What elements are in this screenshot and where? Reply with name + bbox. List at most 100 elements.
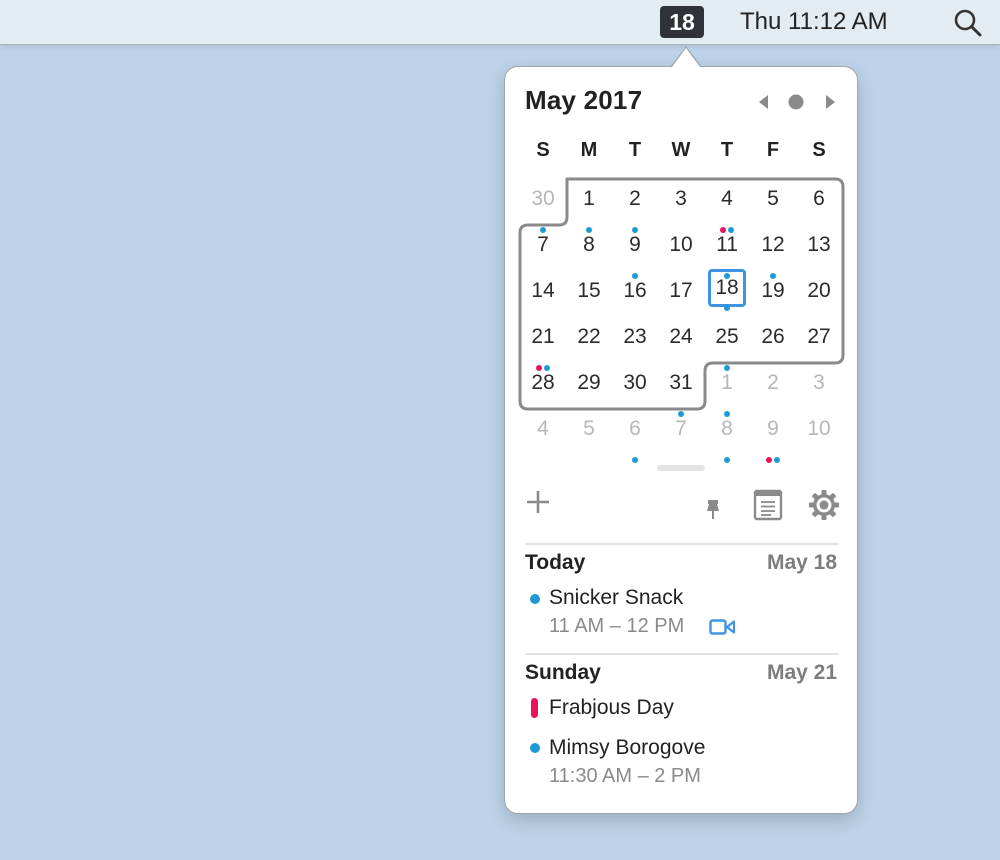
day-cell[interactable]: 1 xyxy=(704,365,750,417)
day-cell[interactable]: 15 xyxy=(566,273,612,319)
day-cell[interactable]: 10 xyxy=(796,411,842,457)
day-cell[interactable]: 7 xyxy=(658,411,704,457)
day-number: 5 xyxy=(767,187,779,210)
event-indicator-dots xyxy=(566,307,612,313)
day-cell[interactable]: 26 xyxy=(750,319,796,365)
day-number: 9 xyxy=(629,233,641,256)
day-cell[interactable]: 22 xyxy=(566,319,612,365)
day-cell[interactable]: 2 xyxy=(750,365,796,411)
event-indicator-dots xyxy=(566,445,612,451)
day-cell-today[interactable]: 18 xyxy=(708,269,746,311)
event-time: 11:30 AM – 2 PM xyxy=(549,765,701,787)
calendar-date-badge[interactable]: 18 xyxy=(660,6,704,38)
day-cell[interactable]: 2 xyxy=(612,181,658,233)
day-cell[interactable]: 12 xyxy=(750,227,796,279)
document-list-icon[interactable] xyxy=(753,489,783,521)
day-cell[interactable]: 29 xyxy=(566,365,612,411)
search-icon[interactable] xyxy=(952,7,984,39)
day-cell[interactable]: 10 xyxy=(658,227,704,273)
event-indicator-dots xyxy=(658,353,704,359)
day-number: 30 xyxy=(531,187,555,210)
day-cell[interactable]: 6 xyxy=(796,181,842,227)
menu-bar: 18 Thu 11:12 AM xyxy=(0,0,1000,45)
pin-icon[interactable] xyxy=(703,499,723,521)
day-number: 12 xyxy=(761,233,785,256)
event-indicator-dots xyxy=(566,215,612,233)
day-cell[interactable]: 6 xyxy=(612,411,658,463)
day-cell[interactable]: 4 xyxy=(704,181,750,233)
event-time: 11 AM – 12 PM xyxy=(549,615,685,637)
day-cell[interactable]: 30 xyxy=(612,365,658,411)
video-camera-icon[interactable] xyxy=(709,618,735,636)
day-cell[interactable]: 30 xyxy=(520,181,566,233)
day-number: 4 xyxy=(537,417,549,440)
event-dot xyxy=(766,457,772,463)
day-number: 14 xyxy=(531,279,555,302)
agenda-day-heading: Sunday xyxy=(525,661,601,684)
day-cell[interactable]: 8 xyxy=(704,411,750,463)
event-indicator-dots xyxy=(750,399,796,405)
event-title[interactable]: Snicker Snack xyxy=(549,586,683,610)
event-dot xyxy=(774,457,780,463)
section-divider xyxy=(525,543,839,545)
day-number: 1 xyxy=(721,371,733,394)
day-number: 17 xyxy=(669,279,693,302)
agenda-day-date: May 18 xyxy=(766,551,837,574)
day-number: 26 xyxy=(761,325,785,348)
event-indicator-dots xyxy=(520,445,566,451)
event-indicator-dots xyxy=(612,445,658,463)
day-cell[interactable]: 4 xyxy=(520,411,566,457)
day-cell[interactable]: 28 xyxy=(520,365,566,411)
day-number: 7 xyxy=(675,417,687,440)
day-number: 19 xyxy=(761,279,785,302)
popover-arrow xyxy=(672,48,700,67)
day-cell[interactable]: 11 xyxy=(704,227,750,279)
day-cell[interactable]: 31 xyxy=(658,365,704,417)
day-cell[interactable]: 3 xyxy=(658,181,704,227)
day-cell[interactable]: 25 xyxy=(704,319,750,371)
day-cell[interactable]: 19 xyxy=(750,273,796,319)
event-indicator-dots xyxy=(711,296,743,311)
day-cell[interactable]: 8 xyxy=(566,227,612,273)
event-title[interactable]: Frabjous Day xyxy=(549,696,674,720)
day-cell[interactable]: 21 xyxy=(520,319,566,371)
gear-icon[interactable] xyxy=(808,489,840,521)
day-cell[interactable]: 9 xyxy=(612,227,658,279)
event-indicator-dots xyxy=(520,353,566,371)
event-indicator-dots xyxy=(520,215,566,233)
day-cell[interactable]: 5 xyxy=(750,181,796,227)
event-title[interactable]: Mimsy Borogove xyxy=(549,736,705,760)
plus-icon[interactable] xyxy=(525,489,551,515)
day-cell[interactable]: 16 xyxy=(612,273,658,319)
day-number: 8 xyxy=(583,233,595,256)
event-indicator-dots xyxy=(750,353,796,359)
day-number: 6 xyxy=(629,417,641,440)
day-cell[interactable]: 7 xyxy=(520,227,566,273)
event-indicator-dots xyxy=(658,307,704,313)
menubar-clock[interactable]: Thu 11:12 AM xyxy=(740,6,888,38)
day-number: 23 xyxy=(623,325,647,348)
day-cell[interactable]: 14 xyxy=(520,273,566,319)
day-cell[interactable]: 9 xyxy=(750,411,796,463)
day-number: 5 xyxy=(583,417,595,440)
event-indicator-dots xyxy=(704,399,750,417)
day-cell[interactable]: 24 xyxy=(658,319,704,365)
event-indicator-dots xyxy=(750,307,796,313)
day-number: 21 xyxy=(531,325,555,348)
day-number: 2 xyxy=(767,371,779,394)
day-cell[interactable]: 3 xyxy=(796,365,842,411)
day-cell[interactable]: 27 xyxy=(796,319,842,365)
event-indicator-dots xyxy=(796,261,842,267)
day-cell[interactable]: 1 xyxy=(566,181,612,233)
day-cell[interactable]: 23 xyxy=(612,319,658,365)
event-indicator-dots xyxy=(612,215,658,233)
day-number: 27 xyxy=(807,325,831,348)
day-cell[interactable]: 20 xyxy=(796,273,842,319)
day-cell[interactable]: 5 xyxy=(566,411,612,457)
agenda-day-heading: Today xyxy=(525,551,586,574)
day-number: 29 xyxy=(577,371,601,394)
day-cell[interactable]: 13 xyxy=(796,227,842,273)
day-cell[interactable]: 17 xyxy=(658,273,704,319)
resize-grip[interactable] xyxy=(657,465,705,471)
day-number: 22 xyxy=(577,325,601,348)
